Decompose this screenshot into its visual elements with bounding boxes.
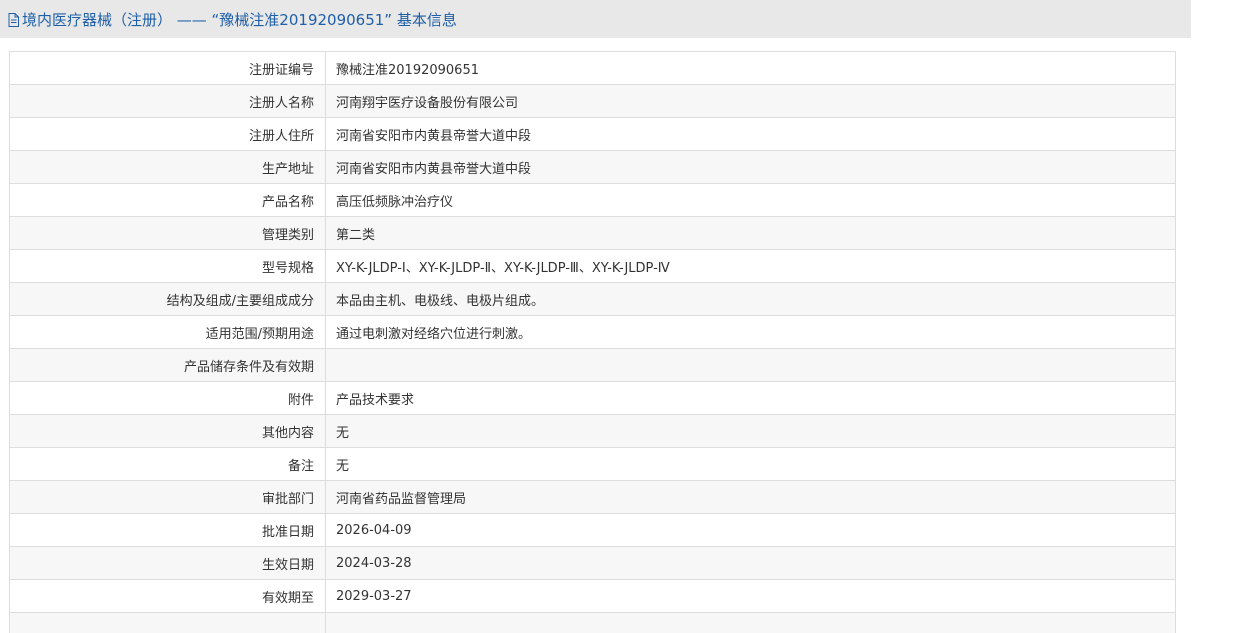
row-label: 产品名称	[9, 183, 326, 217]
table-row: 适用范围/预期用途 通过电刺激对经络穴位进行刺激。	[9, 315, 1176, 349]
row-value: 河南省安阳市内黄县帝誉大道中段	[325, 117, 1176, 151]
row-value: 第二类	[325, 216, 1176, 250]
row-label: 产品储存条件及有效期	[9, 348, 326, 382]
table-row: 生产地址 河南省安阳市内黄县帝誉大道中段	[9, 150, 1176, 184]
row-label: 审批部门	[9, 480, 326, 514]
page-title: 境内医疗器械（注册） —— “豫械注准20192090651” 基本信息	[22, 10, 457, 29]
info-table: 注册证编号 豫械注准20192090651 注册人名称 河南翔宇医疗设备股份有限公司…	[9, 51, 1176, 633]
row-value: 2026-04-09	[325, 513, 1176, 547]
row-value: 无	[325, 447, 1176, 481]
row-label: 注册人住所	[9, 117, 326, 151]
document-icon	[8, 13, 19, 27]
table-row: 其他内容无	[9, 414, 1176, 448]
row-label: 管理类别	[9, 216, 326, 250]
table-row: 注册人名称 河南翔宇医疗设备股份有限公司	[9, 84, 1176, 118]
row-value: 本品由主机、电极线、电极片组成。	[325, 282, 1176, 316]
page-margin	[1191, 0, 1249, 633]
row-label: 生效日期	[9, 546, 326, 580]
row-value: XY-K-JLDP-Ⅰ、XY-K-JLDP-Ⅱ、XY-K-JLDP-Ⅲ、XY-K…	[325, 249, 1176, 283]
row-value: 河南翔宇医疗设备股份有限公司	[325, 84, 1176, 118]
table-row	[9, 612, 1176, 633]
row-label: 型号规格	[9, 249, 326, 283]
row-value	[325, 348, 1176, 382]
row-label	[9, 612, 326, 633]
row-value: 河南省药品监督管理局	[325, 480, 1176, 514]
row-value	[325, 612, 1176, 633]
table-row: 产品名称 高压低频脉冲治疗仪	[9, 183, 1176, 217]
table-row: 产品储存条件及有效期	[9, 348, 1176, 382]
page-header: 境内医疗器械（注册） —— “豫械注准20192090651” 基本信息	[0, 0, 1191, 38]
row-label: 批准日期	[9, 513, 326, 547]
table-row: 附件 产品技术要求	[9, 381, 1176, 415]
row-value: 产品技术要求	[325, 381, 1176, 415]
row-value: 豫械注准20192090651	[325, 51, 1176, 85]
row-label: 注册证编号	[9, 51, 326, 85]
table-row: 审批部门 河南省药品监督管理局	[9, 480, 1176, 514]
row-label: 适用范围/预期用途	[9, 315, 326, 349]
table-row: 注册人住所 河南省安阳市内黄县帝誉大道中段	[9, 117, 1176, 151]
table-row: 备注无	[9, 447, 1176, 481]
table-row: 结构及组成/主要组成成分 本品由主机、电极线、电极片组成。	[9, 282, 1176, 316]
row-value: 2029-03-27	[325, 579, 1176, 613]
info-table-wrapper: 注册证编号 豫械注准20192090651 注册人名称 河南翔宇医疗设备股份有限公司…	[9, 51, 1176, 633]
row-value: 2024-03-28	[325, 546, 1176, 580]
row-label: 生产地址	[9, 150, 326, 184]
row-value: 河南省安阳市内黄县帝誉大道中段	[325, 150, 1176, 184]
table-row: 注册证编号 豫械注准20192090651	[9, 51, 1176, 85]
detail-panel: 境内医疗器械（注册） —— “豫械注准20192090651” 基本信息 注册证…	[0, 0, 1191, 633]
row-label: 有效期至	[9, 579, 326, 613]
table-row: 有效期至 2029-03-27	[9, 579, 1176, 613]
row-value: 无	[325, 414, 1176, 448]
row-value: 通过电刺激对经络穴位进行刺激。	[325, 315, 1176, 349]
row-label: 其他内容	[9, 414, 326, 448]
row-label: 结构及组成/主要组成成分	[9, 282, 326, 316]
row-label: 附件	[9, 381, 326, 415]
table-row: 管理类别 第二类	[9, 216, 1176, 250]
table-row: 生效日期 2024-03-28	[9, 546, 1176, 580]
row-label: 注册人名称	[9, 84, 326, 118]
table-row: 型号规格 XY-K-JLDP-Ⅰ、XY-K-JLDP-Ⅱ、XY-K-JLDP-Ⅲ、…	[9, 249, 1176, 283]
row-label: 备注	[9, 447, 326, 481]
table-row: 批准日期 2026-04-09	[9, 513, 1176, 547]
row-value: 高压低频脉冲治疗仪	[325, 183, 1176, 217]
